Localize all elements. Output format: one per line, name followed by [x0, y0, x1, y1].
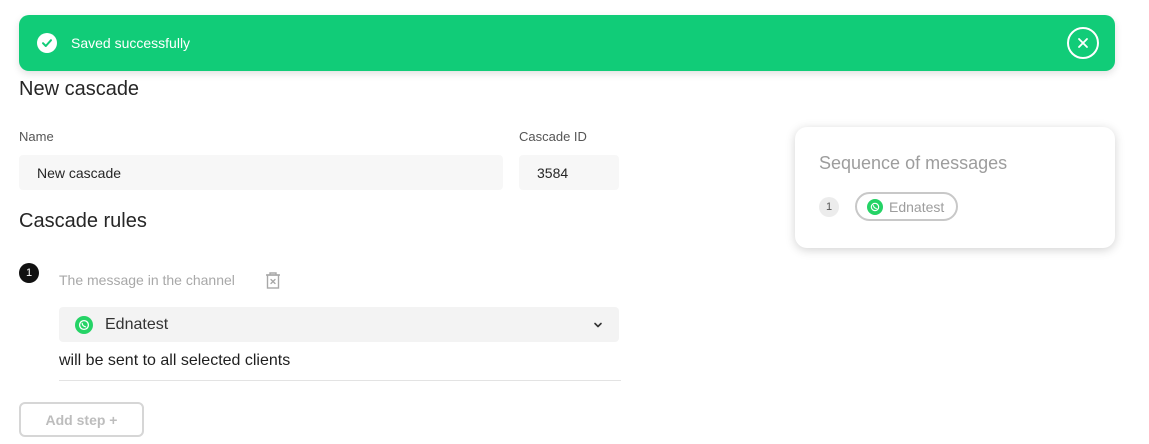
add-step-button[interactable]: Add step +	[19, 402, 144, 437]
sequence-item-number: 1	[819, 197, 839, 217]
step-number-badge: 1	[19, 263, 39, 283]
cascade-rules-title: Cascade rules	[19, 210, 147, 232]
chevron-down-icon	[593, 316, 603, 334]
sequence-title: Sequence of messages	[819, 153, 1008, 173]
channel-select-value: Ednatest	[105, 315, 169, 333]
close-icon[interactable]	[1067, 27, 1099, 59]
channel-select[interactable]: Ednatest	[59, 307, 619, 342]
step-channel-label: The message in the channel	[59, 272, 235, 288]
sequence-card: Sequence of messages 1 Ednatest	[795, 127, 1115, 248]
sequence-channel-chip[interactable]: Ednatest	[855, 192, 959, 221]
cascade-id-input[interactable]	[519, 155, 619, 190]
trash-icon[interactable]	[264, 271, 282, 291]
success-toast: Saved successfully	[19, 15, 1115, 71]
cascade-id-label: Cascade ID	[519, 129, 587, 144]
whatsapp-icon	[75, 315, 93, 334]
sequence-channel-name: Ednatest	[889, 198, 945, 215]
name-input[interactable]	[19, 155, 503, 190]
whatsapp-icon	[867, 198, 883, 215]
name-label: Name	[19, 129, 54, 144]
toast-message: Saved successfully	[71, 35, 191, 51]
divider	[59, 380, 621, 381]
page-title: New cascade	[19, 78, 140, 100]
step-note: will be sent to all selected clients	[59, 352, 291, 369]
check-circle-icon	[37, 33, 57, 53]
